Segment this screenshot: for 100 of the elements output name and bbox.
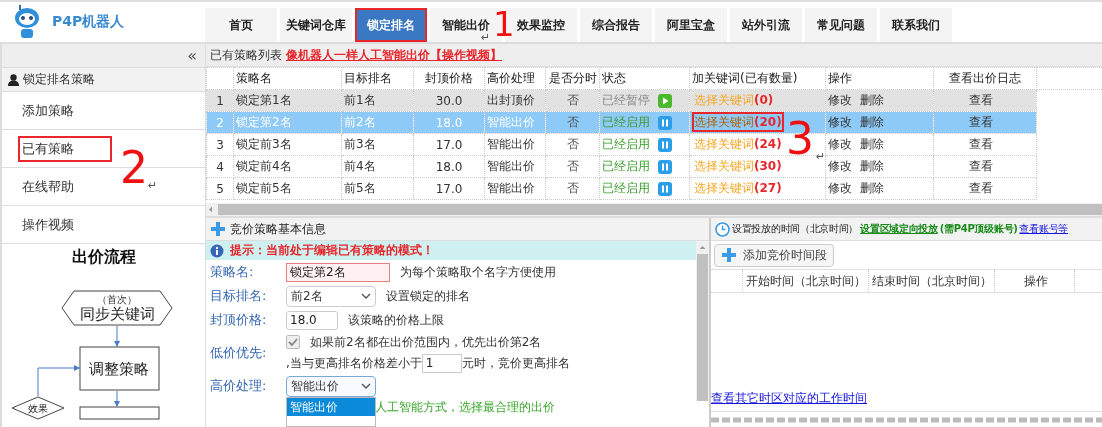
column-header: 是否分时 bbox=[545, 67, 600, 90]
flow-node: 调整策略 bbox=[79, 346, 160, 391]
notice-text: 提示：当前处于编辑已有策略的模式！ bbox=[230, 242, 434, 259]
nav-tab[interactable]: 阿里宝盒 bbox=[655, 8, 727, 42]
nav-tab[interactable]: 关键词仓库 bbox=[280, 8, 352, 42]
table-cell: 锁定前4名 bbox=[236, 159, 292, 173]
column-header: 高价处理 bbox=[484, 67, 546, 90]
table-cell: 30.0 bbox=[435, 93, 463, 108]
field-label: 高价处理: bbox=[210, 377, 268, 395]
option-text: ,当与更高排名价格差小于 bbox=[286, 354, 422, 372]
view-log-link[interactable]: 查看 bbox=[969, 115, 993, 129]
field-hint: 设置锁定的排名 bbox=[386, 287, 470, 305]
action-link[interactable]: 删除 bbox=[860, 137, 884, 151]
action-link[interactable]: 删除 bbox=[860, 181, 884, 195]
field-hint: 人工智能方式，选择最合理的出价 bbox=[375, 398, 555, 416]
nav-tab[interactable]: 常见问题 bbox=[805, 8, 877, 42]
column-header: 操作 bbox=[995, 270, 1075, 292]
action-link[interactable]: 修改 bbox=[828, 181, 852, 195]
nav-tab[interactable]: 首页 bbox=[205, 8, 277, 42]
pause-icon bbox=[658, 137, 672, 152]
column-header: 加关键词(已有数量) bbox=[689, 67, 826, 90]
table-cell: 否 bbox=[566, 181, 579, 195]
status-text: 已经启用 bbox=[602, 181, 650, 195]
action-link[interactable]: 删除 bbox=[860, 93, 884, 107]
flow-arrow bbox=[37, 365, 80, 397]
checkmark-icon bbox=[288, 338, 298, 346]
status-text: 已经启用 bbox=[602, 115, 650, 129]
sidebar-item[interactable]: 添加策略 bbox=[18, 97, 112, 124]
action-link[interactable]: 修改 bbox=[828, 159, 852, 173]
pause-icon bbox=[658, 159, 672, 174]
field-label: 策略名: bbox=[210, 263, 255, 281]
return-mark: ↵ bbox=[481, 31, 491, 44]
flow-node: 效果 bbox=[11, 396, 65, 420]
chevron-down-icon bbox=[361, 383, 371, 389]
action-link[interactable]: 删除 bbox=[860, 115, 884, 129]
account-note: (需P4P顶级账号) bbox=[939, 222, 1018, 236]
flow-arrow bbox=[114, 390, 120, 407]
table-cell: 否 bbox=[566, 115, 579, 129]
panel-title: 设置投放的时间（北京时间） bbox=[732, 222, 859, 236]
table-cell: 17.0 bbox=[435, 181, 463, 196]
annotation-number: 2 bbox=[120, 146, 148, 190]
table-cell: 锁定第1名 bbox=[236, 93, 292, 107]
column-header: 结束时间（北京时间） bbox=[869, 270, 995, 292]
view-log-link[interactable]: 查看 bbox=[969, 159, 993, 173]
row-number: 2 bbox=[216, 115, 224, 130]
add-time-button[interactable]: 添加竞价时间段 bbox=[714, 243, 834, 267]
table-cell: 智能出价 bbox=[487, 137, 535, 151]
pause-icon bbox=[658, 181, 672, 196]
row-number: 4 bbox=[216, 159, 224, 174]
table-cell: 前5名 bbox=[344, 181, 376, 195]
table-row[interactable]: 5 锁定前5名 前5名 17.0 智能出价 否 已经启用 选择关键词(27) 修改 删除 查看 bbox=[206, 177, 1102, 200]
target-select[interactable]: 前2名 bbox=[286, 285, 376, 307]
column-header: 操作 bbox=[825, 67, 934, 90]
table-cell: 智能出价 bbox=[487, 159, 535, 173]
price-field[interactable]: 18.0 bbox=[286, 310, 338, 330]
view-log-link[interactable]: 查看 bbox=[969, 93, 993, 107]
sidebar-item[interactable]: 操作视频 bbox=[18, 211, 112, 238]
robot-icon bbox=[12, 5, 42, 39]
play-icon bbox=[658, 93, 672, 108]
sidebar-item[interactable]: 在线帮助 bbox=[18, 173, 112, 200]
dropdown-option[interactable]: 智能出价 bbox=[287, 397, 375, 416]
option-text: 元时，竞价更高排名 bbox=[461, 354, 570, 372]
view-log-link[interactable]: 查看 bbox=[969, 137, 993, 151]
table-cell: 前2名 bbox=[344, 115, 376, 129]
region-link[interactable]: 设置区域定向投放 bbox=[860, 222, 938, 236]
view-log-link[interactable]: 查看 bbox=[969, 181, 993, 195]
info-icon bbox=[210, 243, 224, 258]
column-header: 目标排名 bbox=[341, 67, 414, 90]
nav-tab[interactable]: 锁定排名 bbox=[355, 8, 427, 42]
column-header: 开始时间（北京时间） bbox=[743, 270, 869, 292]
sidebar-item[interactable]: 已有策略 bbox=[18, 135, 112, 162]
table-cell: 锁定前5名 bbox=[236, 181, 292, 195]
flow-title: 出价流程 bbox=[71, 246, 136, 268]
account-link[interactable]: 查看账号等 bbox=[1019, 222, 1068, 236]
table-cell: 前1名 bbox=[344, 93, 376, 107]
video-link[interactable]: 像机器人一样人工智能出价【操作视频】 bbox=[286, 46, 502, 64]
high-price-select[interactable]: 智能出价 bbox=[286, 375, 376, 397]
action-link[interactable]: 修改 bbox=[828, 93, 852, 107]
table-cell: 智能出价 bbox=[487, 115, 535, 129]
plus-icon bbox=[210, 221, 226, 237]
nav-tab[interactable]: 站外引流 bbox=[730, 8, 802, 42]
name-field[interactable]: 锁定第2名 bbox=[286, 262, 390, 282]
clock-icon bbox=[715, 221, 730, 237]
action-link[interactable]: 修改 bbox=[828, 115, 852, 129]
collapse-button[interactable]: « bbox=[187, 46, 197, 65]
logo-text: P4P机器人 bbox=[52, 13, 125, 31]
table-cell: 智能出价 bbox=[487, 181, 535, 195]
timezone-link[interactable]: 查看其它时区对应的工作时间 bbox=[711, 390, 867, 407]
nav-tab[interactable]: 联系我们 bbox=[880, 8, 952, 42]
column-header: 策略名 bbox=[233, 67, 342, 90]
keyword-count: (0) bbox=[754, 93, 774, 107]
row-number: 3 bbox=[216, 137, 224, 152]
pause-icon bbox=[658, 115, 672, 130]
table-row[interactable]: 1 锁定第1名 前1名 30.0 出封顶价 否 已经暂停 选择关键词(0) 修改 删除 查看 bbox=[206, 89, 1102, 112]
action-link[interactable]: 删除 bbox=[860, 159, 884, 173]
field-hint: 为每个策略取个名字方便使用 bbox=[400, 263, 556, 281]
field-hint: 该策略的价格上限 bbox=[348, 311, 444, 329]
nav-tab[interactable]: 综合报告 bbox=[580, 8, 652, 42]
table-cell: 18.0 bbox=[435, 159, 463, 174]
action-link[interactable]: 修改 bbox=[828, 137, 852, 151]
